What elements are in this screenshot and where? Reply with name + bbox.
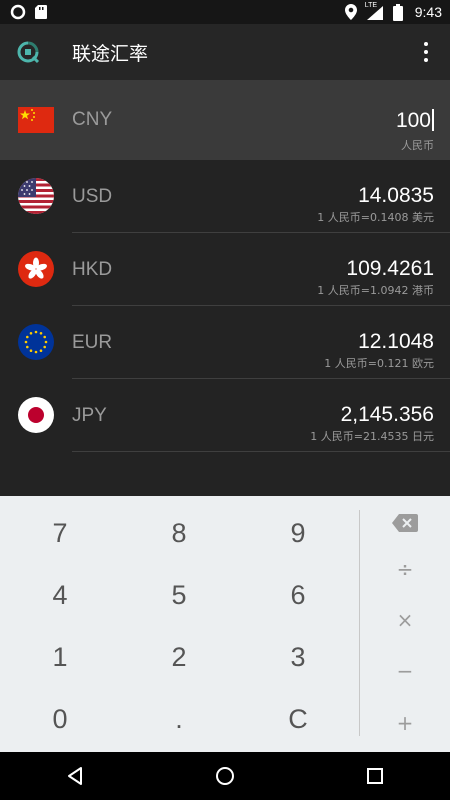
base-amount-input[interactable]: 100: [396, 109, 434, 133]
lte-signal-icon: LTE: [365, 2, 385, 20]
currency-code: USD: [72, 186, 113, 207]
key-7[interactable]: 7: [0, 502, 120, 564]
add-button[interactable]: +: [360, 698, 450, 748]
app-title: 联途汇率: [72, 42, 149, 65]
currency-list: CNY 100 人民币 USD 14.0835 1 人民币=0.1408 美元: [0, 80, 450, 496]
currency-code: EUR: [72, 332, 113, 353]
currency-code: JPY: [72, 405, 107, 426]
key-5[interactable]: 5: [119, 564, 239, 626]
hong-kong-flag-icon: [18, 251, 54, 287]
multiply-button[interactable]: ×: [360, 595, 450, 645]
key-3[interactable]: 3: [238, 626, 358, 688]
numeric-keypad: 7 8 9 4 5 6 1 2 3 0 . C ÷ × − +: [0, 496, 450, 752]
navigation-bar: [0, 752, 450, 800]
exchange-rate: 1 人民币=1.0942 港币: [317, 284, 434, 297]
converted-amount: 2,145.356: [340, 403, 434, 426]
currency-row-eur[interactable]: EUR 12.1048 1 人民币=0.121 欧元: [0, 306, 450, 379]
backspace-icon: [392, 514, 418, 532]
eu-flag-icon: [18, 324, 54, 360]
subtract-button[interactable]: −: [360, 646, 450, 696]
currency-row-usd[interactable]: USD 14.0835 1 人民币=0.1408 美元: [0, 160, 450, 233]
currency-row-hkd[interactable]: HKD 109.4261 1 人民币=1.0942 港币: [0, 233, 450, 306]
sd-card-icon: [35, 5, 47, 19]
recents-icon[interactable]: [365, 766, 385, 786]
converted-amount: 109.4261: [346, 257, 434, 280]
text-cursor: [432, 109, 434, 131]
exchange-rate: 1 人民币=0.121 欧元: [324, 357, 434, 370]
currency-row-cny[interactable]: CNY 100 人民币: [0, 80, 450, 160]
currency-name: 人民币: [401, 139, 434, 152]
key-8[interactable]: 8: [119, 502, 239, 564]
key-decimal[interactable]: .: [119, 688, 239, 750]
china-flag-icon: [18, 107, 54, 133]
key-4[interactable]: 4: [0, 564, 120, 626]
overflow-menu-icon[interactable]: [414, 38, 438, 66]
key-6[interactable]: 6: [238, 564, 358, 626]
location-icon: [344, 4, 357, 20]
app-bar: 联途汇率: [0, 24, 450, 80]
key-clear[interactable]: C: [238, 688, 358, 750]
currency-code: HKD: [72, 259, 113, 280]
back-icon[interactable]: [65, 766, 85, 786]
currency-code: CNY: [72, 109, 113, 130]
status-bar: LTE 9:43: [0, 0, 450, 24]
exchange-rate: 1 人民币=21.4535 日元: [310, 430, 434, 443]
japan-flag-icon: [18, 397, 54, 433]
notification-circle-icon: [10, 4, 26, 20]
app-logo-icon: [17, 41, 40, 64]
battery-icon: [392, 3, 403, 21]
us-flag-icon: [18, 178, 54, 214]
converted-amount: 12.1048: [358, 330, 434, 353]
converted-amount: 14.0835: [358, 184, 434, 207]
key-9[interactable]: 9: [238, 502, 358, 564]
key-1[interactable]: 1: [0, 626, 120, 688]
key-2[interactable]: 2: [119, 626, 239, 688]
home-icon[interactable]: [215, 766, 235, 786]
currency-row-jpy[interactable]: JPY 2,145.356 1 人民币=21.4535 日元: [0, 379, 450, 452]
key-0[interactable]: 0: [0, 688, 120, 750]
divide-button[interactable]: ÷: [360, 544, 450, 594]
row-divider: [72, 451, 450, 452]
backspace-button[interactable]: [360, 498, 450, 548]
status-time: 9:43: [414, 4, 442, 20]
exchange-rate: 1 人民币=0.1408 美元: [317, 211, 434, 224]
